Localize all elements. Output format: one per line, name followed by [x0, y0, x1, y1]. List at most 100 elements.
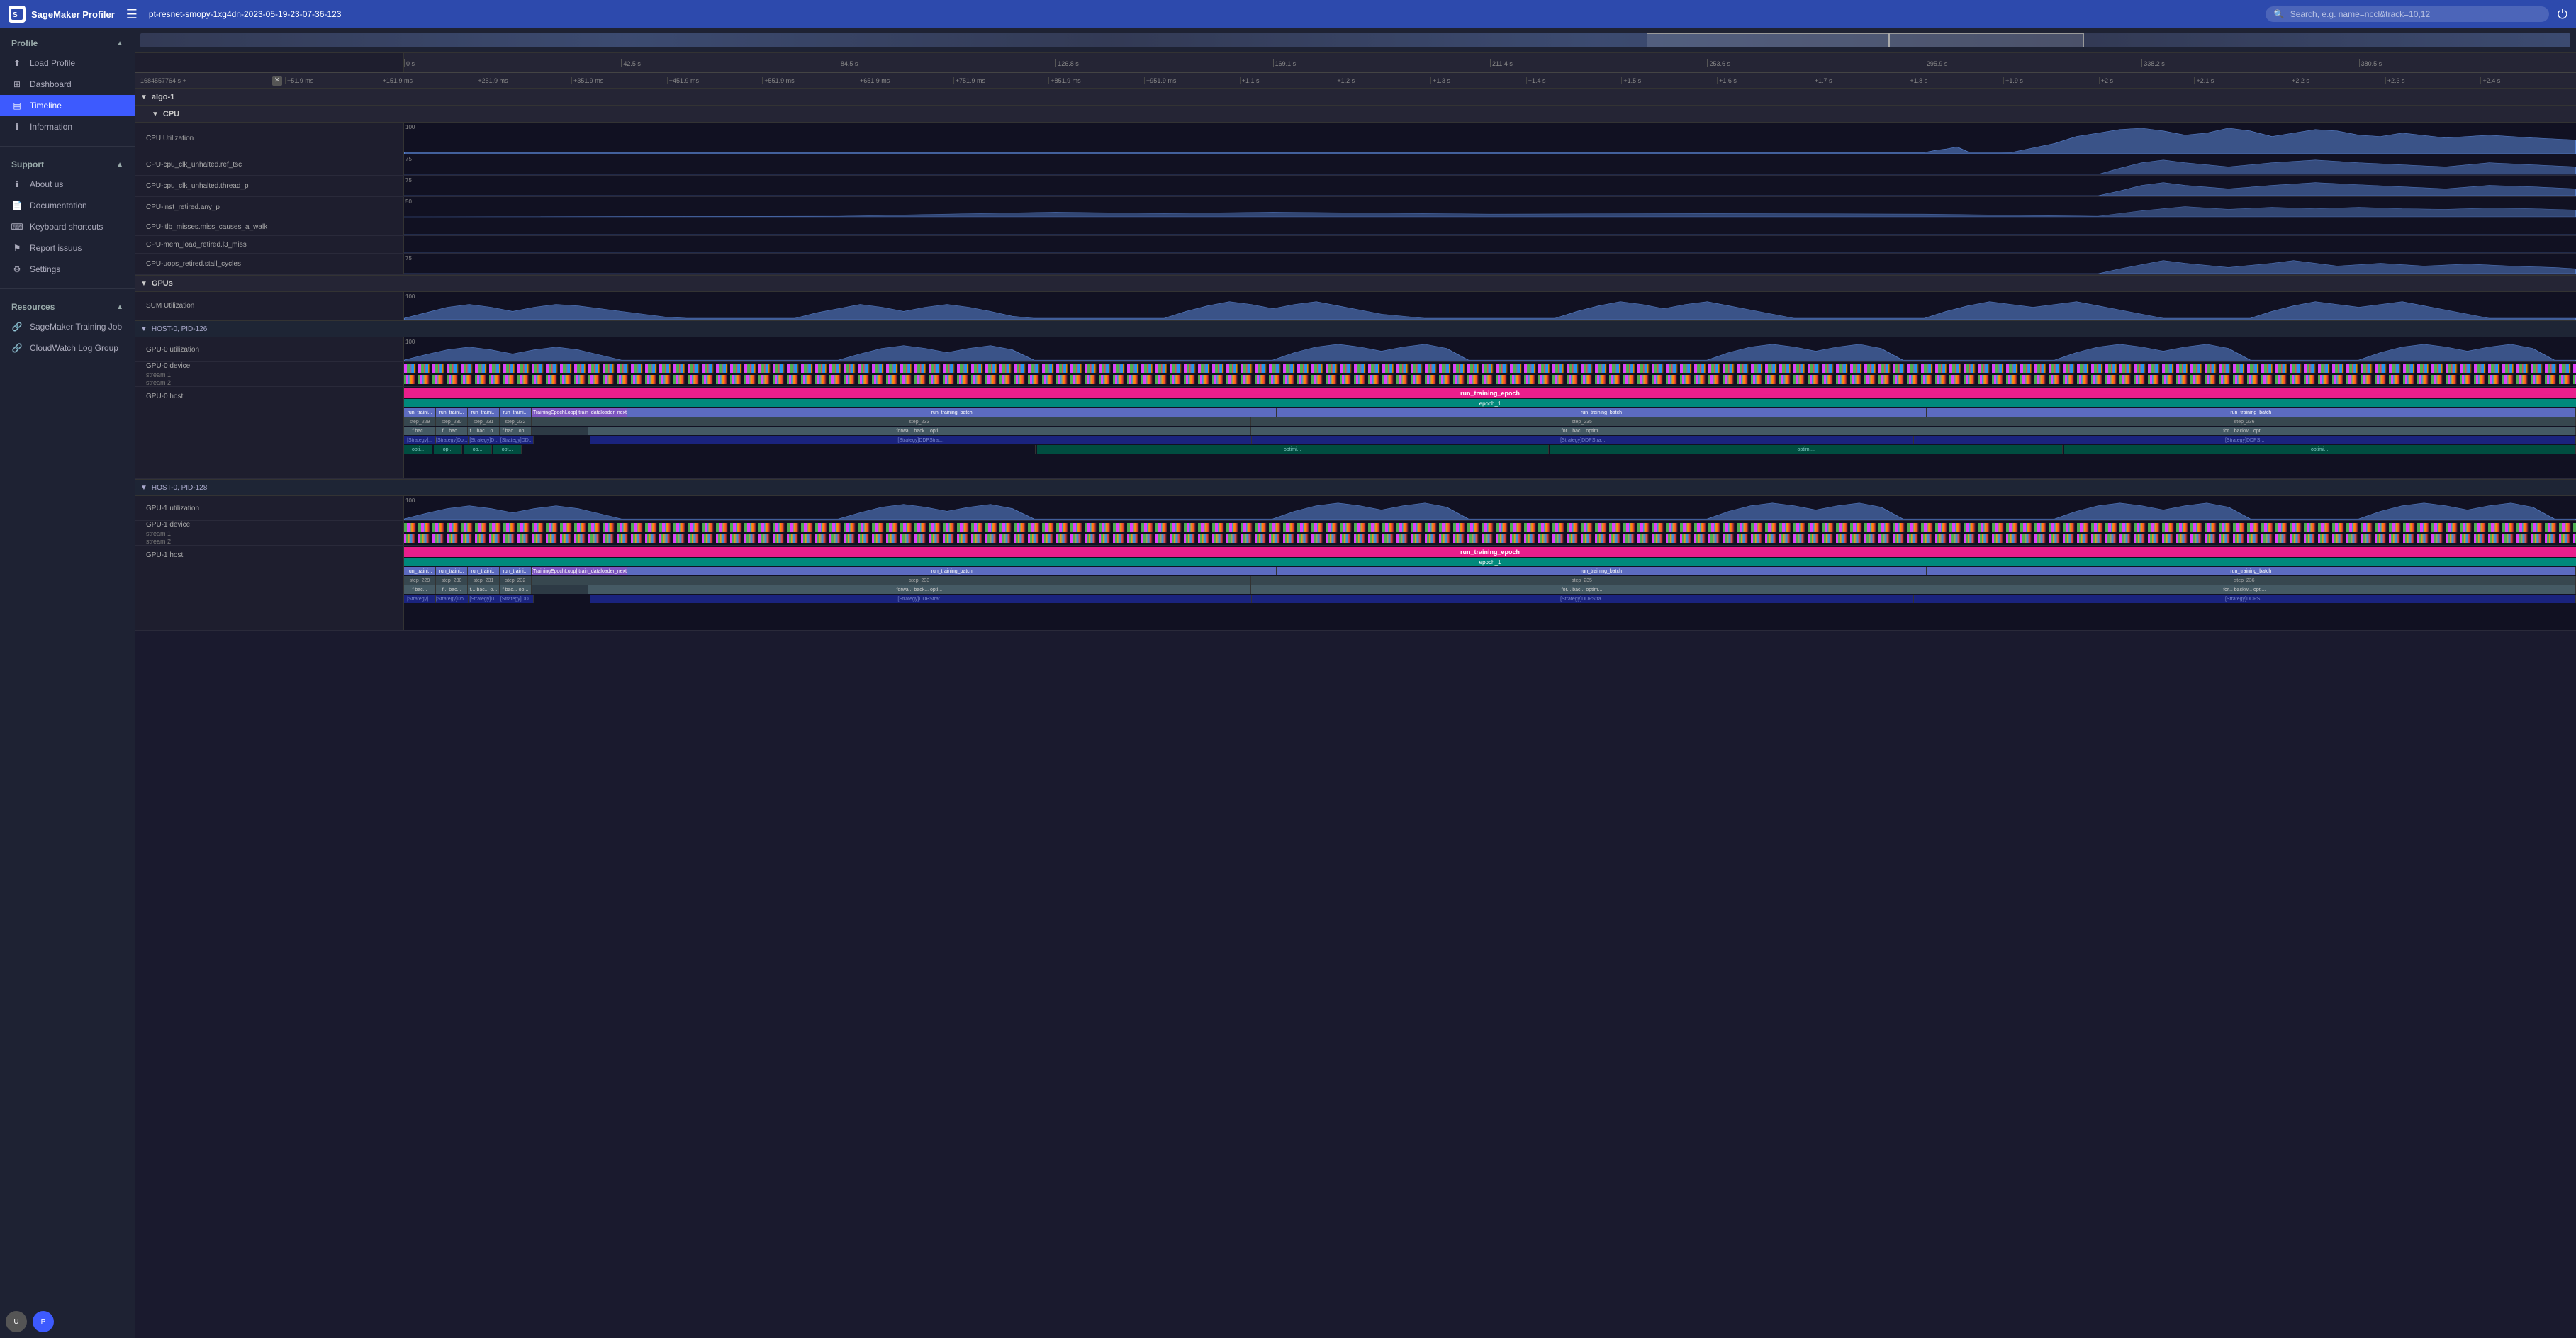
- track-viz-gpu0-host[interactable]: run_training_epoch epoch_1 run_traini...…: [404, 387, 2576, 478]
- offset-12: +1.3 s: [1430, 77, 1526, 84]
- track-gpu0-util: GPU-0 utilization 100: [135, 337, 2576, 362]
- host0-pid-header[interactable]: ▼ HOST-0, PID-126: [135, 320, 2576, 337]
- track-viz-gpu0-device[interactable]: [404, 362, 2576, 386]
- page-title: pt-resnet-smopy-1xg4dn-2023-05-19-23-07-…: [149, 9, 2257, 19]
- search-icon: 🔍: [2274, 9, 2285, 19]
- sidebar-support-label: Support: [11, 159, 44, 169]
- track-viz-cpu-util[interactable]: 100: [404, 123, 2576, 154]
- keyboard-icon: ⌨: [11, 221, 23, 232]
- track-viz-gpu1-util[interactable]: 100: [404, 496, 2576, 520]
- sidebar-item-dashboard[interactable]: ⊞ Dashboard: [0, 74, 135, 95]
- search-bar[interactable]: 🔍: [2266, 6, 2549, 22]
- settings-icon: ⚙: [11, 264, 23, 275]
- user-avatar-2[interactable]: P: [33, 1311, 54, 1332]
- gpu-section-header[interactable]: ▼ GPUs: [135, 275, 2576, 292]
- sidebar-item-cloudwatch[interactable]: 🔗 CloudWatch Log Group: [0, 337, 135, 359]
- offset-9: +951.9 ms: [1144, 77, 1240, 84]
- cpu-section-header[interactable]: ▼ CPU: [135, 106, 2576, 123]
- minimap-highlight[interactable]: [1647, 33, 2084, 47]
- offset-8: +851.9 ms: [1048, 77, 1144, 84]
- sidebar-item-information[interactable]: ℹ Information: [0, 116, 135, 137]
- forward-backward-row: f bac... f... bac... f... bac... o... f …: [404, 427, 2576, 435]
- cpu-section-label: CPU: [163, 110, 179, 118]
- algo-section-label: algo-1: [152, 93, 174, 101]
- step-230: step_230: [436, 417, 468, 426]
- track-gpu0-device: GPU-0 device stream 1 stream 2: [135, 362, 2576, 387]
- sidebar-item-report-issues[interactable]: ⚑ Report issuus: [0, 237, 135, 259]
- stream2-bars: [404, 375, 2576, 384]
- timeline-icon: ▤: [11, 100, 23, 111]
- sidebar-divider-1: [0, 146, 135, 147]
- track-label-gpu1-util: GPU-1 utilization: [135, 496, 404, 520]
- track-viz-cpu-mem[interactable]: [404, 236, 2576, 253]
- power-button[interactable]: ⏻: [2558, 7, 2567, 22]
- host0-pid-label: HOST-0, PID-126: [152, 325, 207, 333]
- sidebar-item-keyboard-shortcuts[interactable]: ⌨ Keyboard shortcuts: [0, 216, 135, 237]
- sidebar-support-header[interactable]: Support ▲: [0, 155, 135, 174]
- gpu1-stream1-label: stream 1: [146, 530, 171, 537]
- track-viz-gpu0-util[interactable]: 100: [404, 337, 2576, 361]
- run-training-epoch-band: run_training_epoch: [404, 388, 2576, 398]
- track-viz-gpu1-device[interactable]: [404, 521, 2576, 545]
- offset-23: +2.4 s: [2480, 77, 2576, 84]
- sidebar-item-settings[interactable]: ⚙ Settings: [0, 259, 135, 280]
- track-viz-cpu-itlb[interactable]: [404, 218, 2576, 235]
- track-viz-cpu-uops[interactable]: 75: [404, 254, 2576, 274]
- sidebar-resources-header[interactable]: Resources ▲: [0, 298, 135, 316]
- timeline-tracks[interactable]: ▼ algo-1 ▼ CPU CPU Utilization 100: [135, 89, 2576, 1338]
- sidebar-profile-header[interactable]: Profile ▲: [0, 34, 135, 52]
- offset-4: +451.9 ms: [667, 77, 763, 84]
- svg-text:S: S: [13, 11, 18, 19]
- hamburger-button[interactable]: ☰: [123, 4, 140, 25]
- track-cpu-uops: CPU-uops_retired.stall_cycles 75: [135, 254, 2576, 275]
- sidebar-resources-section: Resources ▲ 🔗 SageMaker Training Job 🔗 C…: [0, 292, 135, 364]
- time-offset-close-button[interactable]: ✕: [272, 76, 282, 86]
- gpu1-epoch-1-band: epoch_1: [404, 558, 2576, 566]
- algo-section-header[interactable]: ▼ algo-1: [135, 89, 2576, 106]
- track-viz-cpu-clk-thread[interactable]: 75: [404, 176, 2576, 196]
- app-name: SageMaker Profiler: [31, 9, 115, 20]
- track-label-cpu-uops: CPU-uops_retired.stall_cycles: [135, 254, 404, 274]
- sidebar-item-about[interactable]: ℹ About us: [0, 174, 135, 195]
- offset-21: +2.2 s: [2290, 77, 2385, 84]
- track-label-cpu-util: CPU Utilization: [135, 123, 404, 154]
- step-231: step_231: [468, 417, 500, 426]
- track-label-cpu-itlb: CPU-itlb_misses.miss_causes_a_walk: [135, 218, 404, 235]
- gpu1-steps-row: step_229 step_230 step_231 step_232 step…: [404, 576, 2576, 585]
- track-viz-cpu-inst[interactable]: 50: [404, 197, 2576, 218]
- run-training-steps-row: run_traini... run_traini... run_traini..…: [404, 408, 2576, 417]
- track-viz-cpu-clk-ref[interactable]: 75: [404, 154, 2576, 175]
- offset-17: +1.8 s: [1908, 77, 2003, 84]
- offset-20: +2.1 s: [2194, 77, 2290, 84]
- offset-14: +1.5 s: [1621, 77, 1717, 84]
- sidebar-documentation-label: Documentation: [30, 201, 87, 210]
- minimap-bar: [135, 28, 2576, 53]
- offset-11: +1.2 s: [1335, 77, 1430, 84]
- step-236: step_236: [1913, 417, 2576, 426]
- track-viz-sum-util[interactable]: 100: [404, 292, 2576, 320]
- epoch-1-band: epoch_1: [404, 399, 2576, 407]
- track-viz-gpu1-host[interactable]: run_training_epoch epoch_1 run_traini...…: [404, 546, 2576, 630]
- sidebar-item-load-profile[interactable]: ⬆ Load Profile: [0, 52, 135, 74]
- ruler-tick-7: 295.9 s: [1925, 59, 2141, 67]
- cpu-waveform: [404, 123, 2576, 154]
- step-chip: run_traini...: [436, 408, 468, 417]
- gpu1-stream1-bars: [404, 523, 2576, 532]
- gpu1-strategy-row: [Strategy]... [Strategy]Do... [Strategy]…: [404, 595, 2576, 603]
- offset-1: +151.9 ms: [381, 77, 476, 84]
- user-avatar[interactable]: U: [6, 1311, 27, 1332]
- gpu1-stream2-label: stream 2: [146, 538, 171, 545]
- sidebar-item-timeline[interactable]: ▤ Timeline: [0, 95, 135, 116]
- offset-22: +2.3 s: [2385, 77, 2481, 84]
- track-gpu0-host: GPU-0 host run_training_epoch epoch_1 ru…: [135, 387, 2576, 479]
- track-cpu-clk-ref: CPU-cpu_clk_unhalted.ref_tsc 75: [135, 154, 2576, 176]
- track-label-cpu-clk-thread: CPU-cpu_clk_unhalted.thread_p: [135, 176, 404, 196]
- gpu1-run-training-epoch-band: run_training_epoch: [404, 547, 2576, 557]
- ruler-tick-5: 211.4 s: [1490, 59, 1707, 67]
- minimap-waveform: [140, 33, 2570, 47]
- host1-pid-header[interactable]: ▼ HOST-0, PID-128: [135, 479, 2576, 496]
- cloudwatch-link-icon: 🔗: [11, 342, 23, 354]
- sidebar-item-training-job[interactable]: 🔗 SageMaker Training Job: [0, 316, 135, 337]
- sidebar-item-documentation[interactable]: 📄 Documentation: [0, 195, 135, 216]
- search-input[interactable]: [2290, 9, 2541, 19]
